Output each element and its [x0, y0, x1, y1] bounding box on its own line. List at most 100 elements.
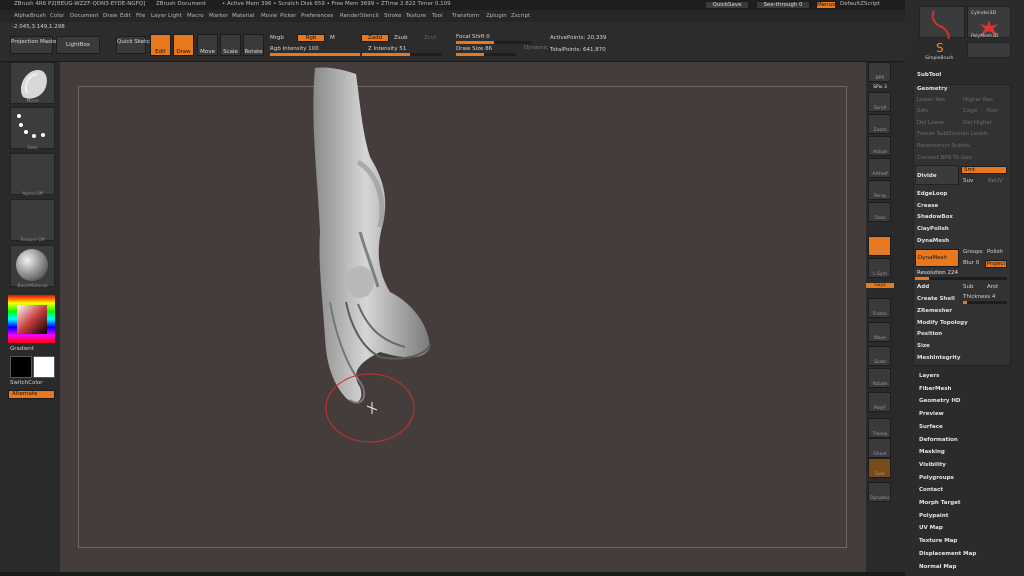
menu-stroke[interactable]: Stroke — [384, 13, 402, 19]
position-button[interactable]: Position — [917, 331, 942, 337]
draw-size-slider[interactable] — [456, 53, 516, 56]
menu-movie[interactable]: Movie — [261, 13, 277, 19]
lower-res-button[interactable]: Lower Res — [917, 97, 945, 103]
menu-picker[interactable]: Picker — [280, 13, 296, 19]
and-button[interactable]: And — [987, 284, 998, 290]
simplebrush-logo-icon[interactable]: S — [933, 40, 949, 55]
menu-draw[interactable]: Draw — [103, 13, 117, 19]
tool-thumb-extra[interactable] — [967, 42, 1011, 58]
size-button[interactable]: Size — [917, 343, 930, 349]
section-morph-target[interactable]: Morph Target — [919, 500, 961, 506]
section-normal-map[interactable]: Normal Map — [919, 564, 956, 570]
move-button[interactable]: Move — [197, 34, 218, 56]
menu-zplugin[interactable]: Zplugin — [486, 13, 507, 19]
menu-macro[interactable]: Macro — [187, 13, 204, 19]
section-contact[interactable]: Contact — [919, 487, 943, 493]
zcut-toggle[interactable]: Zcut — [424, 35, 436, 41]
menu-color[interactable]: Color — [50, 13, 64, 19]
focal-shift-slider[interactable] — [456, 41, 532, 44]
quicksave-button[interactable]: QuickSave — [705, 1, 749, 9]
section-layers[interactable]: Layers — [919, 373, 939, 379]
shadowbox-button[interactable]: ShadowBox — [917, 214, 953, 220]
draw-button[interactable]: Draw — [173, 34, 194, 56]
groups-toggle[interactable]: Groups — [963, 249, 983, 255]
scale-button[interactable]: Scale — [220, 34, 241, 56]
tool-thumb-active[interactable] — [919, 6, 965, 40]
menu-file[interactable]: File — [136, 13, 145, 19]
reconstruct-subdiv-button[interactable]: Reconstruct Subdiv — [917, 143, 970, 149]
default-script-button[interactable]: DefaultZScript — [840, 1, 880, 7]
menu-zscript[interactable]: Zscript — [511, 13, 530, 19]
alternate-button[interactable]: Alternate — [8, 390, 55, 399]
gradient-label[interactable]: Gradient — [10, 346, 34, 352]
rgb-intensity-slider[interactable] — [270, 53, 360, 56]
section-geometry-hd[interactable]: Geometry HD — [919, 398, 961, 404]
polish-toggle[interactable]: Polish — [987, 249, 1003, 255]
lightbox-button[interactable]: LightBox — [56, 36, 100, 54]
menus-toggle[interactable]: Menus — [816, 1, 836, 9]
subtool-header[interactable]: SubTool — [917, 72, 941, 78]
rstr-button[interactable]: Rstr — [987, 108, 998, 114]
bottom-tray-bar[interactable] — [0, 572, 905, 576]
secondary-color-swatch[interactable] — [10, 356, 32, 378]
section-displacement-map[interactable]: Displacement Map — [919, 551, 976, 557]
rgb-toggle[interactable]: Rgb — [297, 34, 325, 42]
edit-button[interactable]: Edit — [150, 34, 171, 56]
resolution-slider[interactable] — [915, 277, 1007, 280]
section-uv-map[interactable]: UV Map — [919, 525, 943, 531]
section-deformation[interactable]: Deformation — [919, 437, 958, 443]
switchcolor-button[interactable]: SwitchColor — [10, 380, 43, 386]
convert-bpr-button[interactable]: Convert BPR To Geo — [917, 155, 972, 161]
menu-transform[interactable]: Transform — [452, 13, 479, 19]
menu-tool[interactable]: Tool — [432, 13, 443, 19]
section-fibermesh[interactable]: FiberMesh — [919, 386, 951, 392]
z-intensity-slider[interactable] — [362, 53, 442, 56]
modify-topology-button[interactable]: Modify Topology — [917, 320, 968, 326]
section-polypaint[interactable]: Polypaint — [919, 513, 948, 519]
project-toggle[interactable]: Project — [985, 260, 1007, 268]
brush-selector[interactable] — [10, 62, 55, 104]
section-surface[interactable]: Surface — [919, 424, 943, 430]
crease-button[interactable]: Crease — [917, 203, 938, 209]
primary-color-swatch[interactable] — [33, 356, 55, 378]
alpha-selector[interactable] — [10, 153, 55, 195]
mrgb-toggle[interactable]: Mrgb — [270, 35, 284, 41]
sdiv-slider[interactable]: Sdiv — [917, 108, 929, 114]
del-higher-button[interactable]: Del Higher — [963, 120, 992, 126]
menu-material[interactable]: Material — [232, 13, 254, 19]
menu-alpha[interactable]: Alpha — [14, 13, 30, 19]
del-lower-button[interactable]: Del Lower — [917, 120, 944, 126]
zsub-toggle[interactable]: Zsub — [394, 35, 408, 41]
menu-layer[interactable]: Layer — [151, 13, 166, 19]
menu-document[interactable]: Document — [70, 13, 99, 19]
cage-button[interactable]: Cage — [963, 108, 977, 114]
claypolish-button[interactable]: ClayPolish — [917, 226, 949, 232]
reuv-button[interactable]: ReUV — [988, 178, 1003, 184]
dynamesh-button[interactable]: DynaMesh — [915, 249, 959, 267]
blur-slider[interactable]: Blur 0 — [963, 260, 979, 266]
see-through-slider[interactable]: See-through 0 — [756, 1, 810, 9]
add-button[interactable]: Add — [917, 284, 929, 290]
section-texture-map[interactable]: Texture Map — [919, 538, 957, 544]
divide-button[interactable]: Divide — [917, 173, 937, 179]
menu-brush[interactable]: Brush — [30, 13, 46, 19]
geometry-header[interactable]: Geometry — [917, 86, 947, 92]
projection-master-button[interactable]: Projection Master — [10, 36, 59, 54]
section-polygroups[interactable]: Polygroups — [919, 475, 954, 481]
dynamic-toggle[interactable]: Dynamic — [524, 45, 548, 51]
menu-preferences[interactable]: Preferences — [301, 13, 333, 19]
quick-sketch-button[interactable]: Quick Sketch — [116, 36, 153, 54]
menu-render[interactable]: Render — [340, 13, 360, 19]
suv-toggle[interactable]: Suv — [963, 178, 973, 184]
stroke-selector[interactable] — [10, 107, 55, 149]
texture-selector[interactable] — [10, 199, 55, 241]
sculpt-viewport[interactable] — [60, 62, 866, 572]
section-preview[interactable]: Preview — [919, 411, 944, 417]
section-masking[interactable]: Masking — [919, 449, 945, 455]
m-toggle[interactable]: M — [330, 35, 335, 41]
menu-texture[interactable]: Texture — [406, 13, 426, 19]
create-shell-button[interactable]: Create Shell — [917, 296, 955, 302]
menu-marker[interactable]: Marker — [209, 13, 228, 19]
higher-res-button[interactable]: Higher Res — [963, 97, 993, 103]
dynamesh-header[interactable]: DynaMesh — [917, 238, 949, 244]
